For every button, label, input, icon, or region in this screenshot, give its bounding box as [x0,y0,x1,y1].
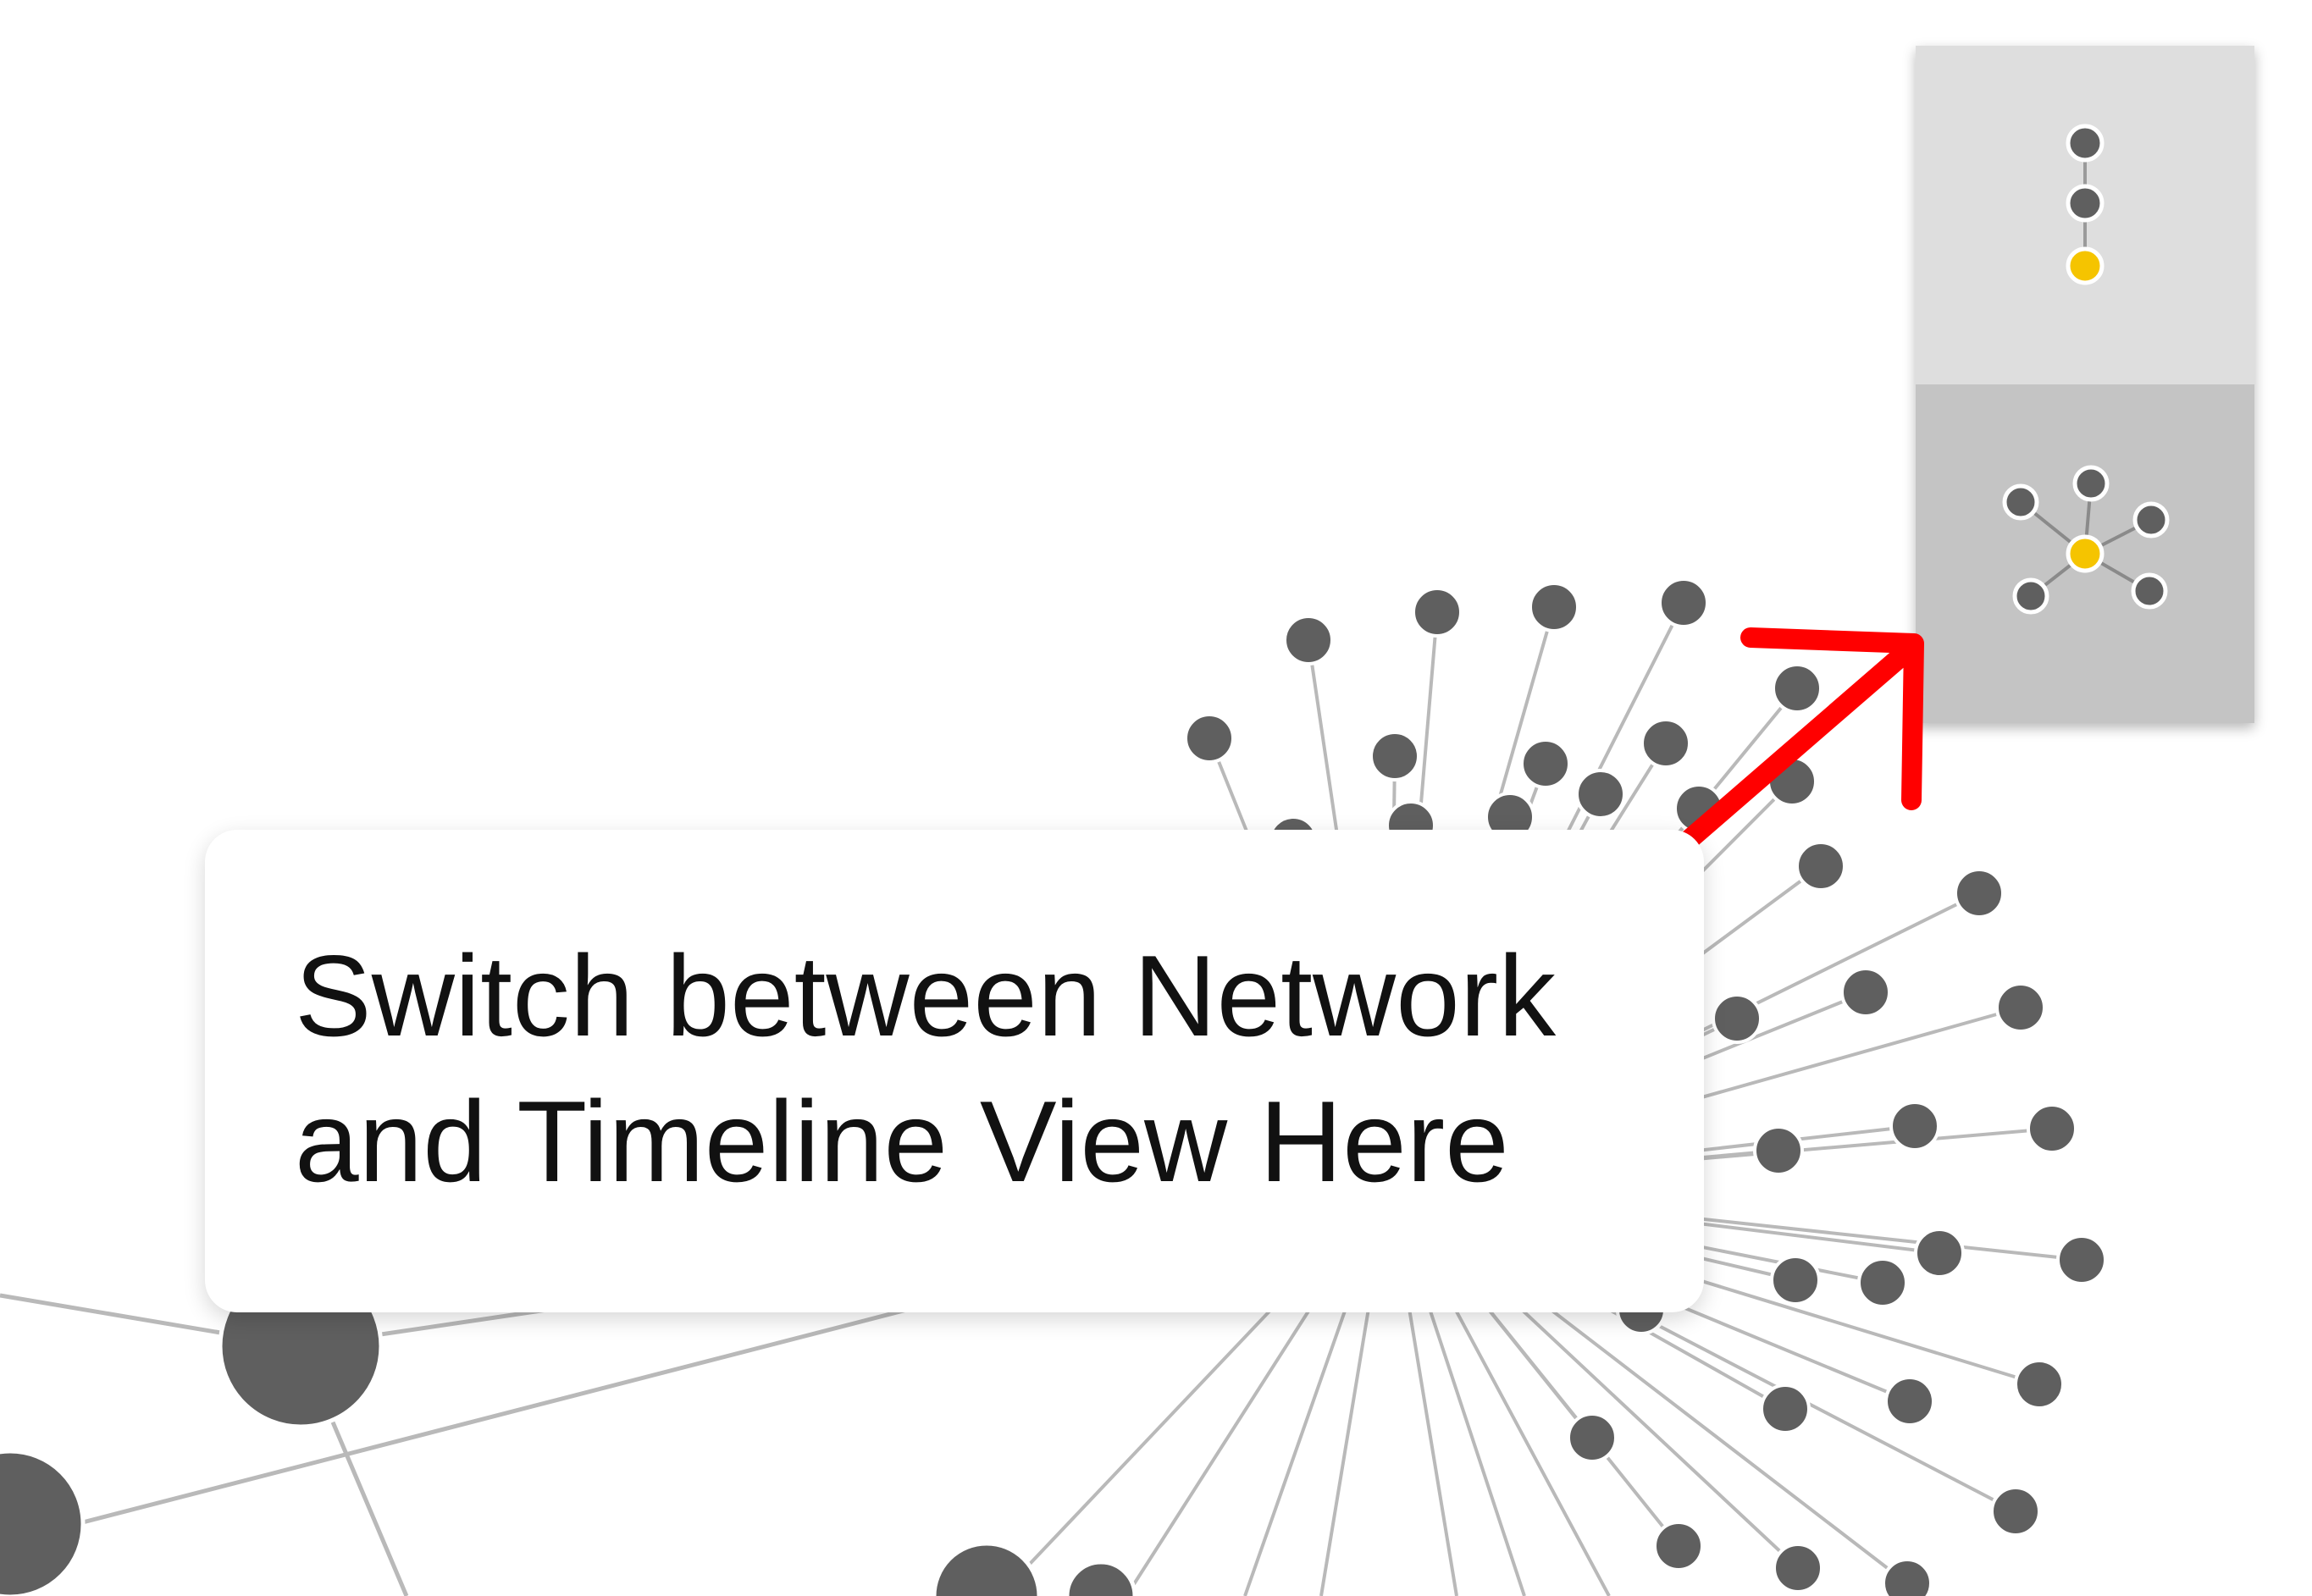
callout-line-1: Switch between Network [295,931,1557,1060]
graph-node [2014,1359,2065,1410]
graph-node [1653,1521,1704,1571]
graph-node [1857,1257,1908,1308]
tooltip-callout: Switch between Network and Timeline View… [205,830,1704,1312]
graph-node-large [1065,1560,1137,1596]
timeline-view-button[interactable]: Timeline View [1916,46,2254,384]
graph-node [1184,713,1235,764]
graph-node [1760,1383,1811,1434]
graph-node [1889,1101,1940,1151]
graph-node [1712,993,1762,1044]
graph-node [1369,731,1420,781]
graph-node-large [0,1449,86,1596]
graph-node [1567,1412,1618,1463]
graph-node [1753,1125,1804,1176]
graph-node [1767,756,1817,807]
timeline-view-icon [2066,124,2105,285]
graph-node [1770,1255,1821,1306]
graph-node [2056,1234,2107,1285]
graph-node [1529,582,1579,632]
graph-node [1772,663,1822,714]
graph-node [1840,967,1891,1018]
graph-node [1412,587,1463,638]
graph-node [1283,615,1334,665]
graph-node [1520,738,1571,789]
network-view-button[interactable]: Network View [1916,384,2254,723]
graph-node [1884,1376,1935,1427]
graph-node [1954,868,2005,919]
view-switcher: Timeline View Network View [1916,46,2254,723]
network-view-icon [2002,465,2170,615]
callout-text: Switch between Network and Timeline View… [295,923,1667,1214]
graph-node [1658,577,1709,628]
graph-node [1575,769,1626,820]
graph-node [1673,783,1724,834]
graph-node [1773,1543,1823,1593]
graph-node [1990,1486,2041,1537]
graph-node-large [932,1541,1042,1596]
graph-node [2027,1103,2077,1154]
graph-node [1914,1228,1965,1278]
graph-node [1882,1558,1933,1596]
graph-node [1640,718,1691,769]
graph-node [1795,841,1846,892]
callout-line-2: and Timeline View Here [295,1077,1509,1206]
graph-node [1995,982,2046,1033]
